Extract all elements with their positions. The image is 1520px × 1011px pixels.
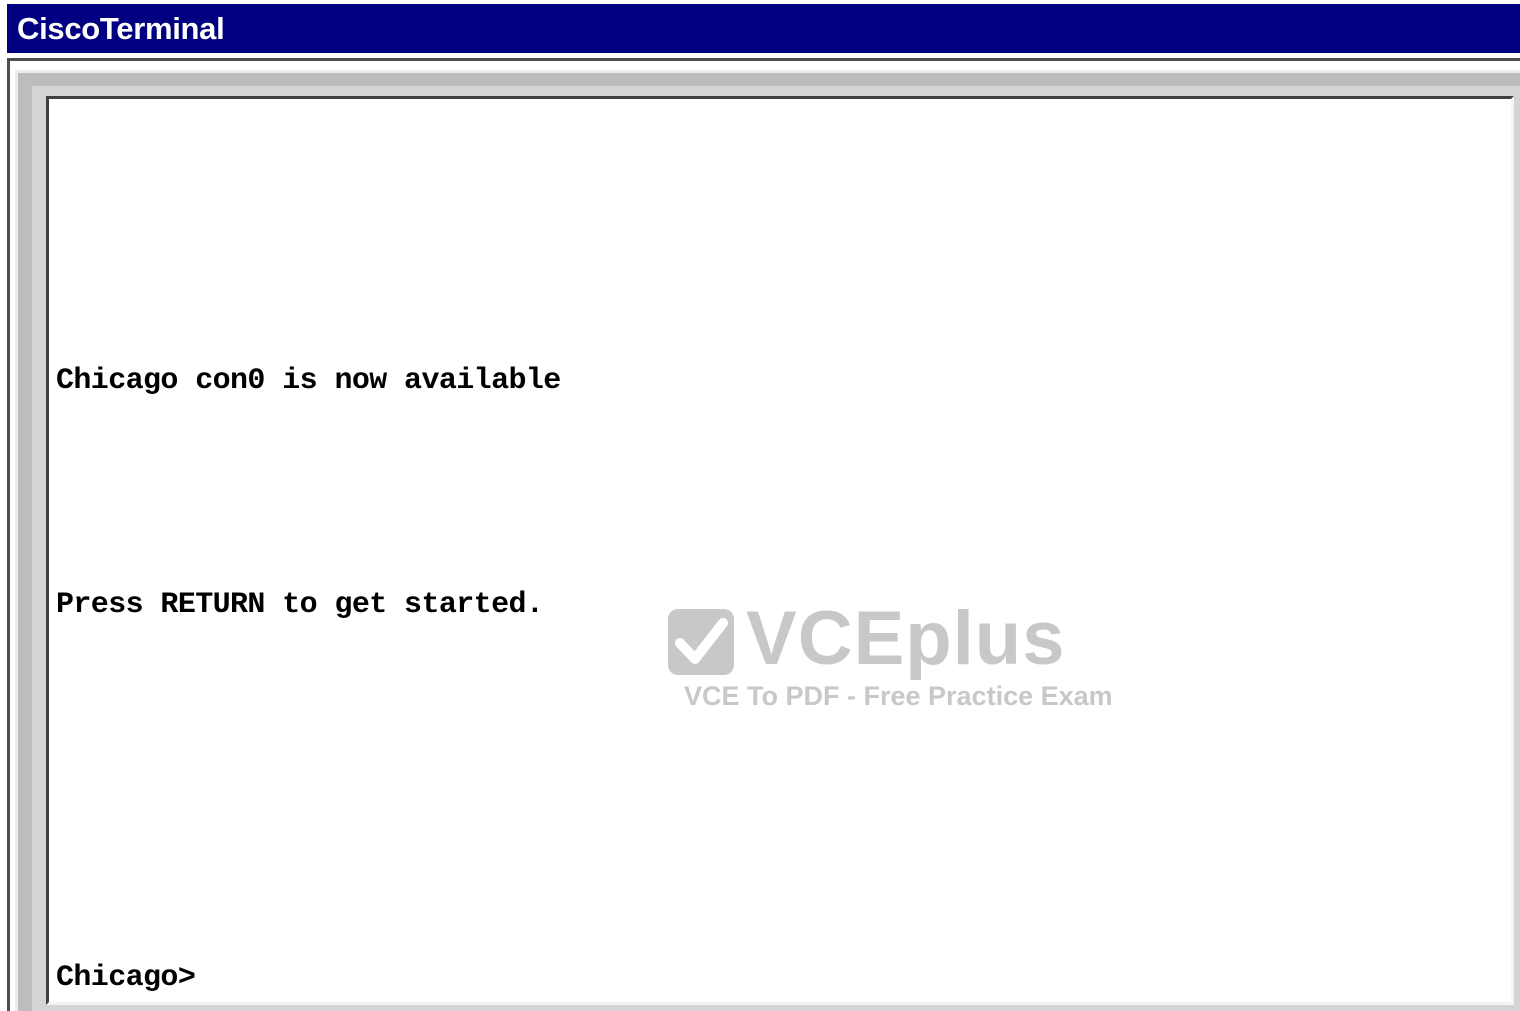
terminal-line-instruction: Press RETURN to get started. <box>56 588 544 622</box>
window-title-bar[interactable]: CiscoTerminal <box>7 4 1520 53</box>
terminal-line-status: Chicago con0 is now available <box>56 364 561 398</box>
terminal-prompt[interactable]: Chicago> <box>56 961 196 995</box>
terminal-console[interactable]: Chicago con0 is now available Press RETU… <box>46 96 1514 1005</box>
cisco-terminal-window: CiscoTerminal Chicago con0 is now availa… <box>0 0 1520 1011</box>
window-title: CiscoTerminal <box>17 11 225 46</box>
